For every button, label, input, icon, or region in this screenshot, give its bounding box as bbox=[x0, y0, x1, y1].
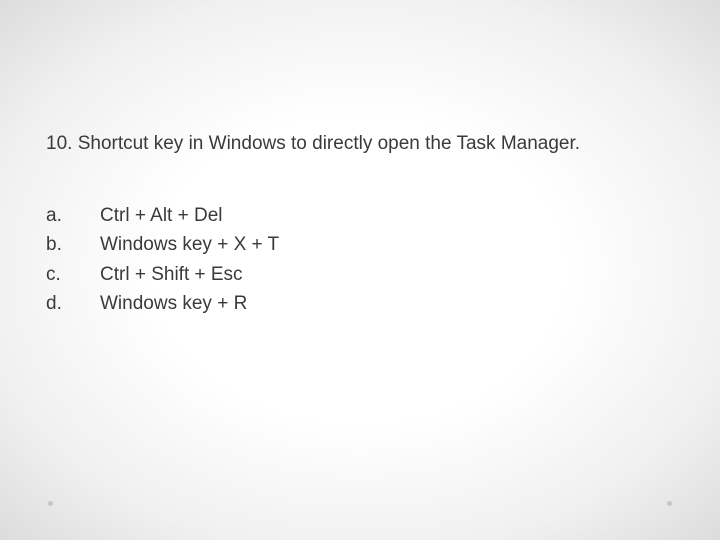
question-number: 10. bbox=[46, 133, 72, 154]
slide-content: 10. Shortcut key in Windows to directly … bbox=[0, 0, 720, 318]
option-letter: d. bbox=[46, 289, 100, 318]
option-letter: a. bbox=[46, 201, 100, 230]
question-body: Shortcut key in Windows to directly open… bbox=[78, 133, 580, 154]
option-text: Ctrl + Alt + Del bbox=[100, 201, 223, 230]
option-text: Windows key + X + T bbox=[100, 230, 279, 259]
decorative-dot bbox=[48, 501, 53, 506]
options-list: a. Ctrl + Alt + Del b. Windows key + X +… bbox=[46, 201, 674, 319]
option-text: Ctrl + Shift + Esc bbox=[100, 260, 243, 289]
list-item: d. Windows key + R bbox=[46, 289, 674, 318]
list-item: c. Ctrl + Shift + Esc bbox=[46, 260, 674, 289]
option-letter: b. bbox=[46, 230, 100, 259]
list-item: b. Windows key + X + T bbox=[46, 230, 674, 259]
option-text: Windows key + R bbox=[100, 289, 247, 318]
option-letter: c. bbox=[46, 260, 100, 289]
list-item: a. Ctrl + Alt + Del bbox=[46, 201, 674, 230]
question-text: 10. Shortcut key in Windows to directly … bbox=[46, 132, 674, 157]
decorative-dot bbox=[667, 501, 672, 506]
